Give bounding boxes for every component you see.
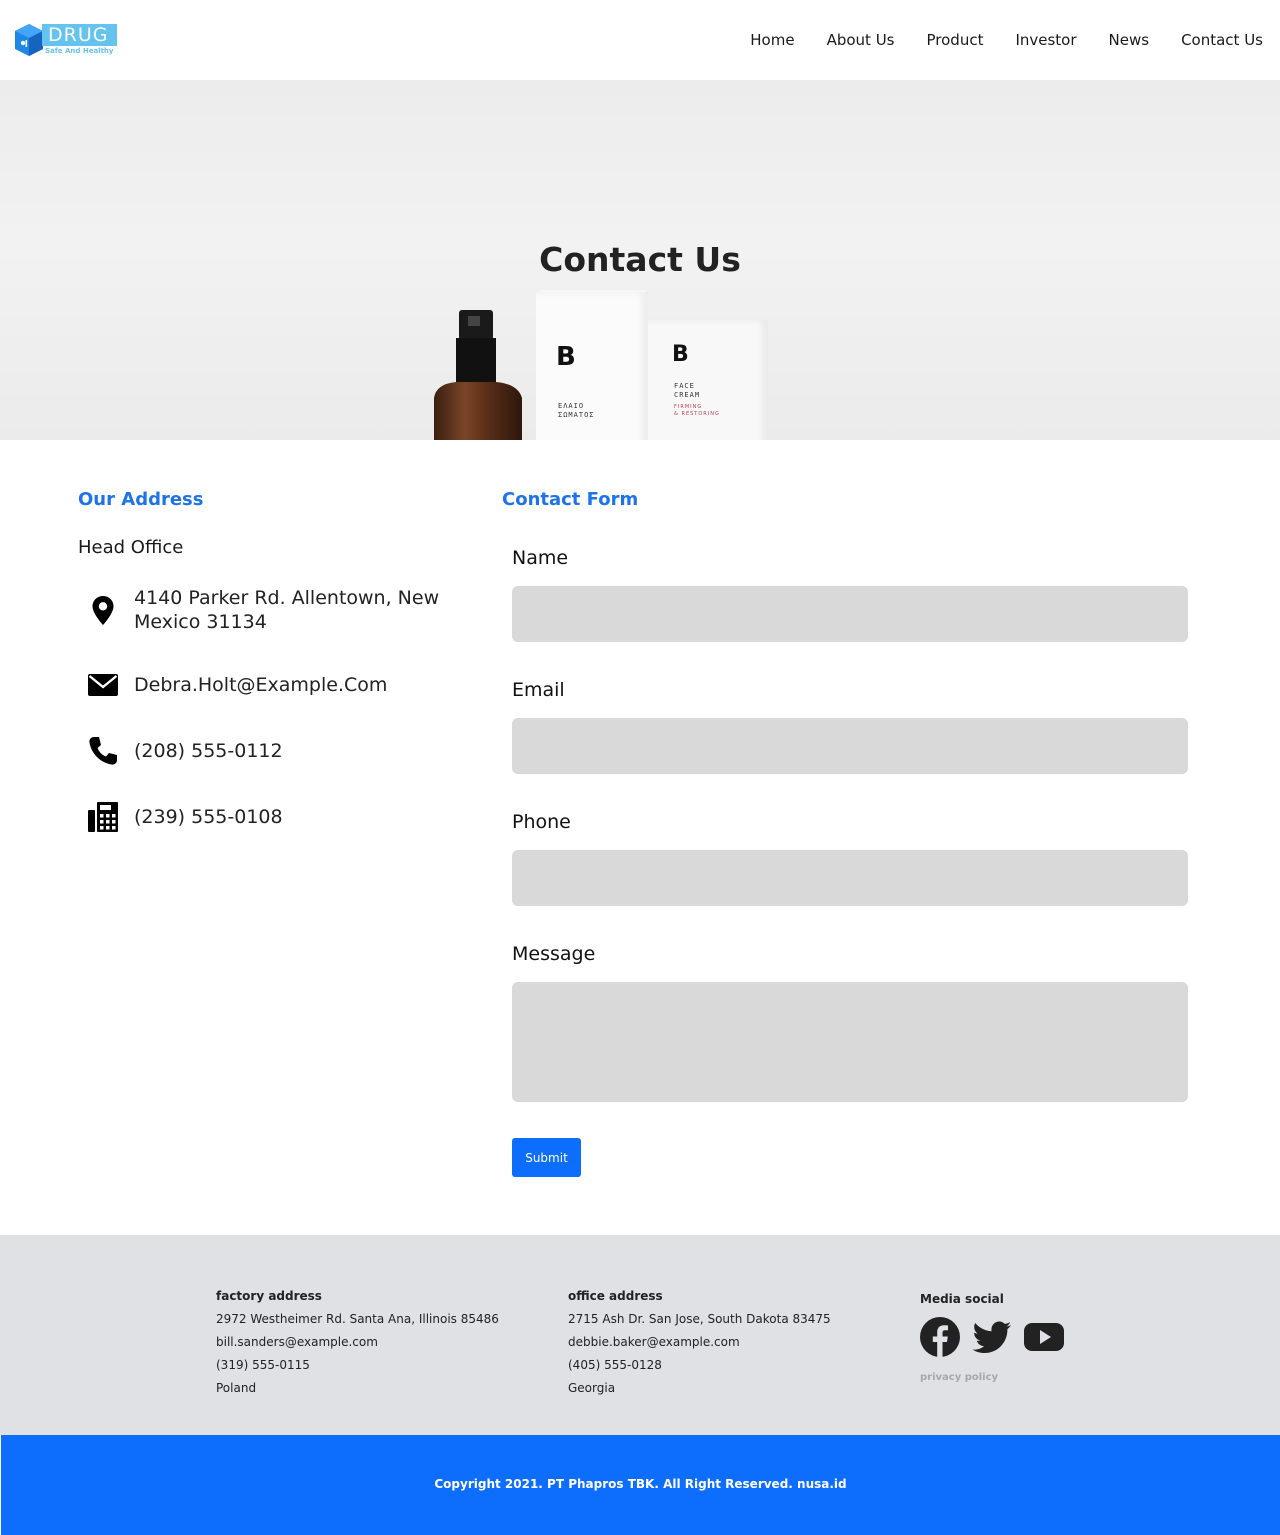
nav-contact-us[interactable]: Contact Us xyxy=(1181,29,1263,51)
name-input[interactable] xyxy=(512,586,1188,642)
contact-form-title: Contact Form xyxy=(502,489,639,510)
name-label: Name xyxy=(512,547,569,569)
office-street: 2715 Ash Dr. San Jose, South Dakota 8347… xyxy=(568,1312,831,1326)
product-box-oil: B ΕΛΑΙΟ ΣΩΜΑΤΟΣ xyxy=(536,292,648,440)
office-heading: office address xyxy=(568,1289,663,1303)
address-fax: (239) 555-0108 xyxy=(134,806,283,828)
submit-button[interactable]: Submit xyxy=(512,1138,581,1177)
footer: factory address 2972 Westheimer Rd. Sant… xyxy=(0,1235,1280,1435)
box-brand-mark: B xyxy=(556,342,576,372)
logo-word: DRUG xyxy=(48,24,109,46)
hero-banner: Contact Us B ΕΛΑΙΟ ΣΩΜΑΤΟΣ B FACE CREAM … xyxy=(0,80,1280,440)
email-input[interactable] xyxy=(512,718,1188,774)
cube-logo-icon xyxy=(15,24,43,56)
factory-street: 2972 Westheimer Rd. Santa Ana, Illinois … xyxy=(216,1312,499,1326)
office-phone: (405) 555-0128 xyxy=(568,1358,662,1372)
copyright-bar: Copyright 2021. PT Phapros TBK. All Righ… xyxy=(1,1435,1280,1535)
nav-about-us[interactable]: About Us xyxy=(827,29,895,51)
media-social-heading: Media social xyxy=(920,1292,1004,1306)
address-email[interactable]: Debra.Holt@Example.Com xyxy=(134,673,387,697)
phone-input[interactable] xyxy=(512,850,1188,906)
office-country: Georgia xyxy=(568,1381,616,1395)
message-label: Message xyxy=(512,943,596,965)
box-brand-mark: B xyxy=(672,342,689,367)
head-office-label: Head Office xyxy=(78,537,184,558)
facebook-icon[interactable] xyxy=(920,1317,960,1357)
office-email[interactable]: debbie.baker@example.com xyxy=(568,1334,831,1350)
main-nav: Home About Us Product Investor News Cont… xyxy=(718,29,1263,51)
office-address-block: office address 2715 Ash Dr. San Jose, So… xyxy=(568,1288,831,1403)
factory-phone: (319) 555-0115 xyxy=(216,1358,310,1372)
factory-address-block: factory address 2972 Westheimer Rd. Sant… xyxy=(216,1288,499,1403)
address-section-title: Our Address xyxy=(78,489,204,510)
logo-tagline: Safe And Healthy xyxy=(45,47,114,55)
factory-email[interactable]: bill.sanders@example.com xyxy=(216,1334,499,1350)
box-label: ΕΛΑΙΟ ΣΩΜΑΤΟΣ xyxy=(558,402,595,419)
nav-investor[interactable]: Investor xyxy=(1015,29,1076,51)
page-title: Contact Us xyxy=(539,240,741,279)
privacy-policy-link[interactable]: privacy policy xyxy=(920,1372,998,1383)
box-sub-label: FIRMING & RESTORING xyxy=(674,404,720,417)
copyright-text: Copyright 2021. PT Phapros TBK. All Righ… xyxy=(434,1477,847,1491)
factory-heading: factory address xyxy=(216,1289,322,1303)
email-label: Email xyxy=(512,679,565,701)
phone-label: Phone xyxy=(512,811,571,833)
phone-icon xyxy=(89,737,117,765)
envelope-icon xyxy=(88,674,118,696)
nav-home[interactable]: Home xyxy=(750,29,794,51)
box-label: FACE CREAM xyxy=(674,382,701,399)
address-phone[interactable]: (208) 555-0112 xyxy=(134,739,283,763)
brand-logo[interactable]: DRUG Safe And Healthy xyxy=(15,22,117,58)
twitter-icon[interactable] xyxy=(972,1317,1012,1357)
spray-bottle-image xyxy=(434,310,522,440)
nav-product[interactable]: Product xyxy=(927,29,984,51)
location-pin-icon xyxy=(92,596,114,625)
navbar: DRUG Safe And Healthy Home About Us Prod… xyxy=(0,0,1280,80)
youtube-icon[interactable] xyxy=(1024,1317,1064,1357)
message-textarea[interactable] xyxy=(512,982,1188,1102)
factory-country: Poland xyxy=(216,1381,257,1395)
nav-news[interactable]: News xyxy=(1109,29,1150,51)
fax-building-icon xyxy=(88,802,118,832)
product-box-cream: B FACE CREAM FIRMING & RESTORING xyxy=(648,320,768,440)
address-location: 4140 Parker Rd. Allentown, New Mexico 31… xyxy=(134,587,440,633)
